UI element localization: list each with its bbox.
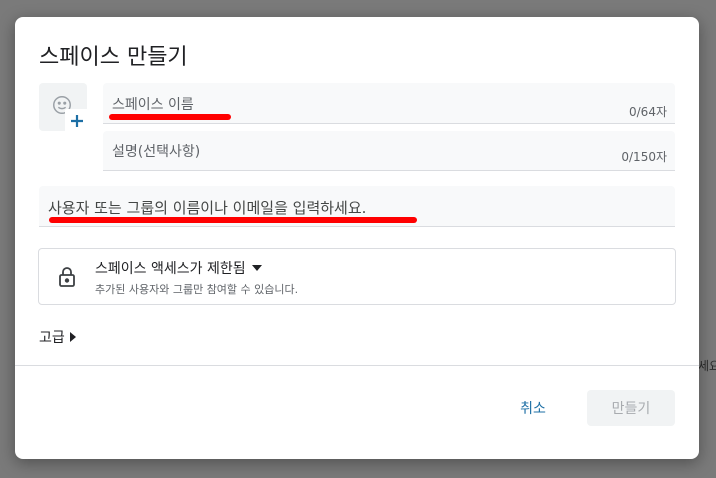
caret-right-icon <box>69 332 76 342</box>
annotation-underline-members <box>49 217 417 223</box>
advanced-label: 고급 <box>39 330 65 346</box>
members-placeholder: 사용자 또는 그룹의 이름이나 이메일을 입력하세요. <box>48 199 367 217</box>
access-dropdown[interactable]: 스페이스 액세스가 제한됨 <box>95 258 262 278</box>
access-subtitle: 추가된 사용자와 그룹만 참여할 수 있습니다. <box>95 283 299 296</box>
create-space-dialog: 스페이스 만들기 스페이스 이름 0/64자 설명(선택사항) 0/150자 사… <box>15 17 699 459</box>
space-name-placeholder: 스페이스 이름 <box>112 97 194 113</box>
space-name-counter: 0/64자 <box>629 105 667 119</box>
dialog-title: 스페이스 만들기 <box>39 45 188 70</box>
footer-divider <box>15 365 699 366</box>
lock-icon <box>57 266 77 292</box>
description-placeholder: 설명(선택사항) <box>112 144 201 160</box>
access-title: 스페이스 액세스가 제한됨 <box>95 261 246 277</box>
caret-down-icon <box>251 265 262 271</box>
description-counter: 0/150자 <box>621 150 667 164</box>
background-text: 세요 <box>698 359 716 373</box>
access-setting-card[interactable]: 스페이스 액세스가 제한됨 추가된 사용자와 그룹만 참여할 수 있습니다. <box>38 248 676 305</box>
create-button[interactable]: 만들기 <box>587 390 675 426</box>
plus-icon <box>71 115 83 127</box>
add-emoji-badge <box>65 109 89 133</box>
annotation-underline-name <box>109 114 231 120</box>
cancel-button[interactable]: 취소 <box>503 390 563 426</box>
advanced-toggle[interactable]: 고급 <box>39 327 76 347</box>
description-input[interactable]: 설명(선택사항) 0/150자 <box>103 131 675 171</box>
space-emoji-picker[interactable] <box>39 83 89 133</box>
